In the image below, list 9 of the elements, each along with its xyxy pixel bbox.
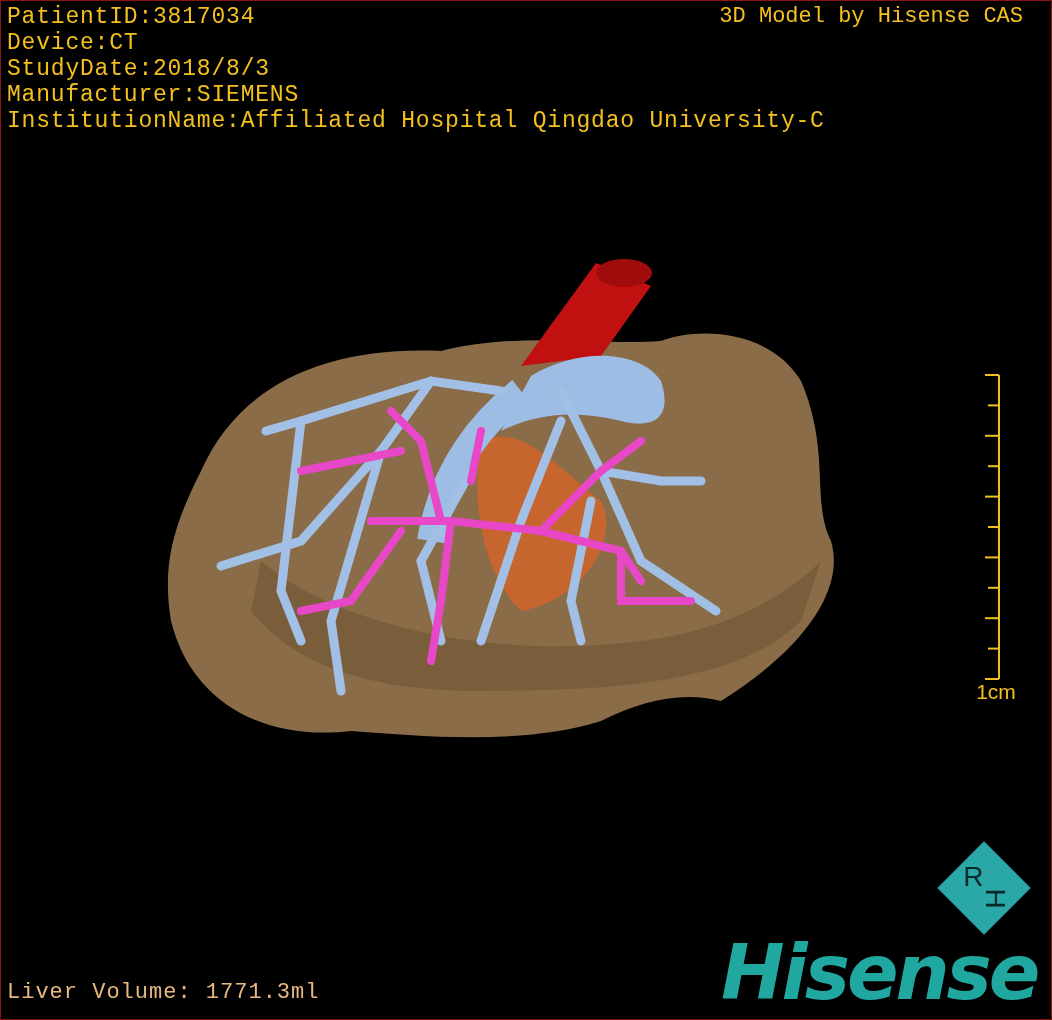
patient-info-text: PatientID:3817034 [7, 4, 256, 30]
patient-info-text: StudyDate:2018/8/3 [7, 56, 270, 82]
credit-text: 3D Model by Hisense CAS [719, 4, 1023, 30]
patient-info-text: Manufacturer:SIEMENS [7, 82, 300, 108]
patient-info-text: InstitutionName:Affiliated Hospital Qingdao University-C [7, 108, 825, 134]
patient-info-text: Device:CT [7, 30, 139, 56]
liver-volume-text: Liver Volume: 1771.3ml [7, 980, 320, 1005]
logo-text: Hisense [721, 933, 1038, 1013]
scale-label: 1cm [976, 680, 1016, 704]
